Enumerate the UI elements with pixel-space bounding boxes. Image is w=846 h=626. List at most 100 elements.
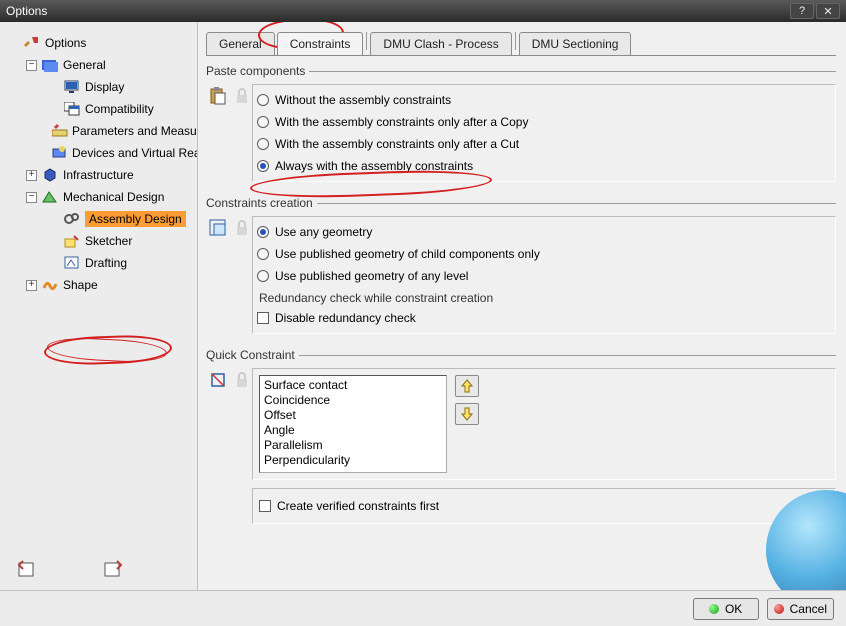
radio-paste-after-cut[interactable]: With the assembly constraints only after…	[257, 133, 829, 155]
monitor-icon	[63, 78, 81, 96]
tree-node-infrastructure[interactable]: + Infrastructure	[8, 164, 197, 186]
tree-label: Shape	[63, 278, 98, 292]
radio-paste-without[interactable]: Without the assembly constraints	[257, 89, 829, 111]
export-options-icon[interactable]	[100, 554, 128, 582]
expand-icon[interactable]: +	[26, 170, 37, 181]
tab-constraints[interactable]: Constraints	[277, 32, 364, 55]
tree-root-options[interactable]: Options	[8, 32, 197, 54]
group-paste-components: Paste components Without the assembly co…	[206, 64, 836, 184]
tree-label: General	[63, 58, 106, 72]
cancel-button[interactable]: Cancel	[767, 598, 834, 620]
paste-options-panel: Without the assembly constraints With th…	[252, 84, 836, 182]
creation-options-panel: Use any geometry Use published geometry …	[252, 216, 836, 334]
checkbox-label: Disable redundancy check	[275, 311, 416, 325]
tree-node-assembly-design[interactable]: Assembly Design	[8, 208, 197, 230]
checkbox-label: Create verified constraints first	[277, 499, 439, 513]
move-up-button[interactable]	[455, 375, 479, 397]
close-button[interactable]: ✕	[816, 3, 840, 19]
radio-use-any-geometry[interactable]: Use any geometry	[257, 221, 829, 243]
tab-general[interactable]: General	[206, 32, 275, 55]
triangle-green-icon	[41, 188, 59, 206]
options-tree[interactable]: Options − General Display	[2, 26, 197, 296]
group-legend: Constraints creation	[206, 196, 317, 210]
tab-dmu-clash[interactable]: DMU Clash - Process	[370, 32, 511, 55]
radio-icon[interactable]	[257, 160, 269, 172]
radio-icon[interactable]	[257, 116, 269, 128]
tree-label: Devices and Virtual Reality	[72, 146, 198, 160]
radio-use-published-child[interactable]: Use published geometry of child componen…	[257, 243, 829, 265]
move-down-button[interactable]	[455, 403, 479, 425]
tree-label: Drafting	[85, 256, 127, 270]
radio-label: With the assembly constraints only after…	[275, 115, 528, 129]
list-item[interactable]: Angle	[264, 423, 442, 438]
collapse-icon[interactable]: −	[26, 60, 37, 71]
options-tree-pane: Options − General Display	[0, 22, 198, 590]
checkbox-icon[interactable]	[257, 312, 269, 324]
radio-icon[interactable]	[257, 94, 269, 106]
radio-icon[interactable]	[257, 248, 269, 260]
radio-label: Without the assembly constraints	[275, 93, 451, 107]
tree-node-devices[interactable]: Devices and Virtual Reality	[8, 142, 197, 164]
radio-icon[interactable]	[257, 138, 269, 150]
checkbox-icon[interactable]	[259, 500, 271, 512]
lock-disabled-icon	[232, 86, 252, 106]
radio-label: Always with the assembly constraints	[275, 159, 473, 173]
check-create-verified-first[interactable]: Create verified constraints first	[259, 495, 829, 517]
tree-node-shape[interactable]: + Shape	[8, 274, 197, 296]
radio-label: Use published geometry of any level	[275, 269, 468, 283]
tree-node-sketcher[interactable]: Sketcher	[8, 230, 197, 252]
tree-node-display[interactable]: Display	[8, 76, 197, 98]
tools-icon	[23, 34, 41, 52]
button-label: Cancel	[790, 602, 827, 616]
radio-paste-always[interactable]: Always with the assembly constraints	[257, 155, 829, 177]
subheading: Redundancy check while constraint creati…	[259, 291, 829, 305]
tree-node-mechanical[interactable]: − Mechanical Design	[8, 186, 197, 208]
group-quick-constraint: Quick Constraint Surface contact	[206, 348, 836, 526]
collapse-icon[interactable]: −	[26, 192, 37, 203]
radio-icon[interactable]	[257, 226, 269, 238]
tree-label: Infrastructure	[63, 168, 134, 182]
expand-icon[interactable]: +	[26, 280, 37, 291]
help-button[interactable]: ?	[790, 3, 814, 19]
title-bar: Options ? ✕	[0, 0, 846, 22]
tree-node-general[interactable]: − General	[8, 54, 197, 76]
list-item[interactable]: Coincidence	[264, 393, 442, 408]
tree-node-parameters[interactable]: Parameters and Measures	[8, 120, 197, 142]
folder-blue-icon	[41, 56, 59, 74]
cube-blue-icon	[41, 166, 59, 184]
tree-node-compatibility[interactable]: Compatibility	[8, 98, 197, 120]
button-label: OK	[725, 602, 742, 616]
tree-label: Compatibility	[85, 102, 154, 116]
radio-paste-after-copy[interactable]: With the assembly constraints only after…	[257, 111, 829, 133]
lock-disabled-icon	[232, 218, 252, 238]
ok-button[interactable]: OK	[693, 598, 759, 620]
annotation-circle	[44, 334, 173, 366]
check-disable-redundancy[interactable]: Disable redundancy check	[257, 307, 829, 329]
list-item[interactable]: Offset	[264, 408, 442, 423]
tree-label: Sketcher	[85, 234, 132, 248]
sketcher-icon	[63, 232, 81, 250]
radio-label: Use published geometry of child componen…	[275, 247, 540, 261]
list-item[interactable]: Surface contact	[264, 378, 442, 393]
list-item[interactable]: Parallelism	[264, 438, 442, 453]
reset-options-icon[interactable]	[14, 554, 42, 582]
led-green-icon	[709, 604, 719, 614]
tab-dmu-sectioning[interactable]: DMU Sectioning	[519, 32, 632, 55]
geometry-icon[interactable]	[208, 218, 228, 238]
ruler-icon	[52, 122, 68, 140]
radio-use-published-any[interactable]: Use published geometry of any level	[257, 265, 829, 287]
quick-constraint-icon[interactable]	[208, 370, 228, 390]
drafting-icon	[63, 254, 81, 272]
annotation-circle	[47, 336, 168, 364]
tree-node-drafting[interactable]: Drafting	[8, 252, 197, 274]
radio-icon[interactable]	[257, 270, 269, 282]
tree-label-selected: Assembly Design	[85, 211, 186, 227]
tree-label: Mechanical Design	[63, 190, 164, 204]
tab-separator	[515, 32, 516, 50]
radio-label: With the assembly constraints only after…	[275, 137, 519, 151]
quick-constraint-list[interactable]: Surface contact Coincidence Offset Angle…	[259, 375, 447, 473]
list-item[interactable]: Perpendicularity	[264, 453, 442, 468]
paste-icon[interactable]	[208, 86, 228, 106]
tree-label: Options	[45, 36, 86, 50]
content-pane: General Constraints DMU Clash - Process …	[198, 22, 846, 590]
